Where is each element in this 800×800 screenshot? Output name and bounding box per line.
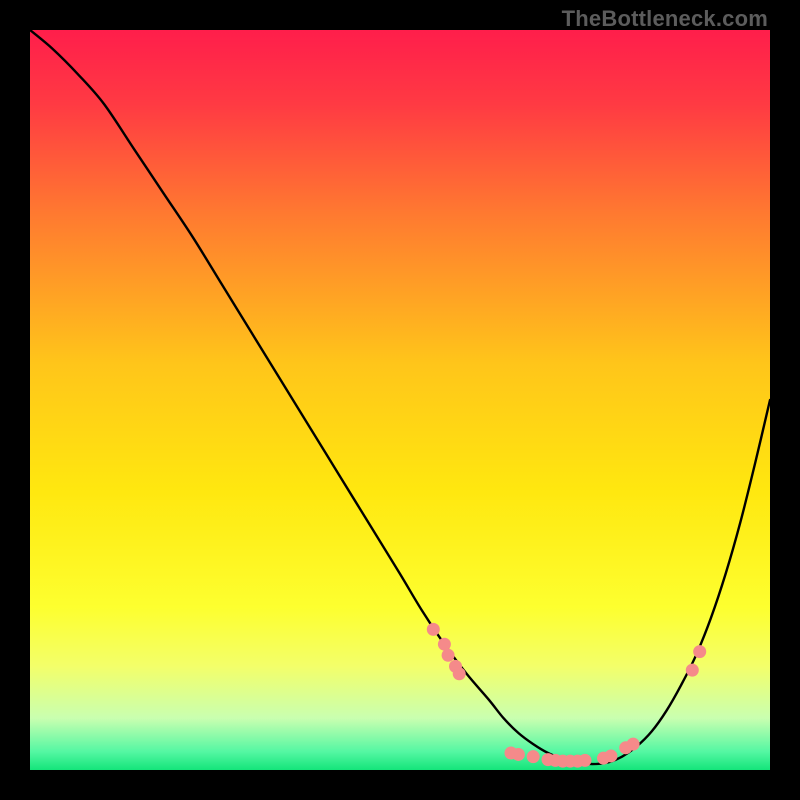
sample-marker xyxy=(604,749,617,762)
chart-svg xyxy=(30,30,770,770)
sample-marker xyxy=(527,750,540,763)
sample-marker xyxy=(438,638,451,651)
watermark-text: TheBottleneck.com xyxy=(562,6,768,32)
sample-marker xyxy=(442,649,455,662)
sample-marker xyxy=(512,748,525,761)
sample-marker xyxy=(579,754,592,767)
sample-marker xyxy=(453,667,466,680)
sample-marker xyxy=(693,645,706,658)
sample-marker xyxy=(627,738,640,751)
chart-background xyxy=(30,30,770,770)
sample-marker xyxy=(427,623,440,636)
sample-marker xyxy=(686,664,699,677)
chart-frame xyxy=(30,30,770,770)
